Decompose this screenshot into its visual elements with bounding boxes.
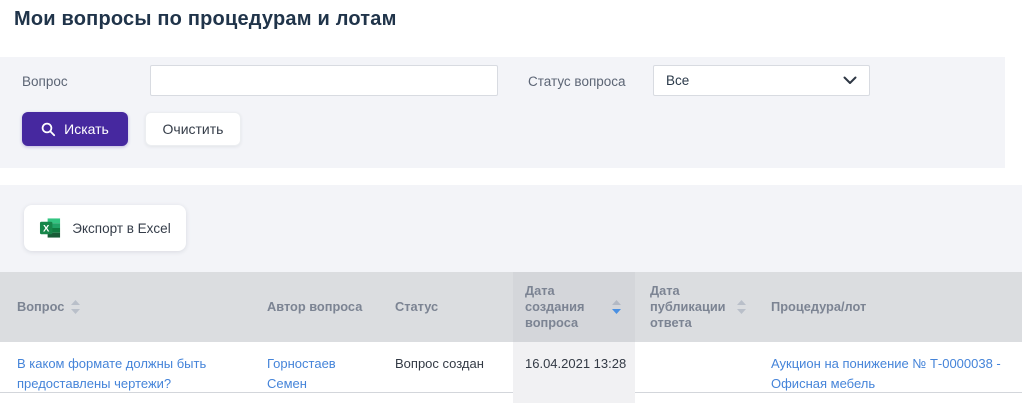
filter-panel: Вопрос Статус вопроса Все Искать Очистит… xyxy=(0,57,1005,168)
chevron-down-icon xyxy=(843,76,857,85)
column-header-procedure: Процедура/лот xyxy=(760,272,1022,342)
column-header-label: Дата создания вопроса xyxy=(525,283,605,331)
created-date-cell: 16.04.2021 13:28 xyxy=(513,342,635,394)
question-link[interactable]: В каком формате должны быть предоставлен… xyxy=(17,356,206,391)
question-filter-input[interactable] xyxy=(150,65,498,96)
column-header-label: Автор вопроса xyxy=(267,299,362,315)
column-header-answer-date[interactable]: Дата публикации ответа xyxy=(635,272,760,342)
results-panel: X Экспорт в Excel Вопрос Автор вопроса С… xyxy=(0,185,1022,403)
clear-button-label: Очистить xyxy=(163,121,224,137)
question-cell: В каком формате должны быть предоставлен… xyxy=(0,342,253,394)
questions-table: Вопрос Автор вопроса Статус Дата создани… xyxy=(0,272,1022,403)
status-filter-label: Статус вопроса xyxy=(528,74,626,89)
table-header-row: Вопрос Автор вопроса Статус Дата создани… xyxy=(0,272,1022,342)
sort-desc-active-icon xyxy=(612,300,621,314)
author-cell: Горностаев Семен xyxy=(253,342,380,394)
answer-date-cell xyxy=(635,342,760,394)
status-select-value: Все xyxy=(666,73,843,88)
export-excel-button[interactable]: X Экспорт в Excel xyxy=(24,205,186,251)
sort-icon xyxy=(737,300,746,314)
clear-button[interactable]: Очистить xyxy=(145,112,241,146)
search-icon xyxy=(41,122,56,137)
svg-text:X: X xyxy=(43,223,50,234)
column-header-question[interactable]: Вопрос xyxy=(0,272,253,342)
procedure-cell: Аукцион на понижение № Т-0000038 - Офисн… xyxy=(760,342,1022,394)
column-header-label: Процедура/лот xyxy=(771,299,866,315)
column-header-label: Дата публикации ответа xyxy=(650,283,730,331)
export-excel-label: Экспорт в Excel xyxy=(72,221,170,236)
sort-icon xyxy=(71,300,80,314)
author-link[interactable]: Горностаев Семен xyxy=(267,356,336,391)
column-header-author: Автор вопроса xyxy=(253,272,380,342)
question-filter-label: Вопрос xyxy=(22,74,68,89)
column-header-label: Статус xyxy=(395,299,438,315)
page-title: Мои вопросы по процедурам и лотам xyxy=(14,8,397,31)
column-header-label: Вопрос xyxy=(17,299,64,315)
table-row: В каком формате должны быть предоставлен… xyxy=(0,342,1022,393)
excel-icon: X xyxy=(39,217,62,239)
procedure-link[interactable]: Аукцион на понижение № Т-0000038 - Офисн… xyxy=(771,356,1001,391)
my-questions-page: { "page": { "title": "Мои вопросы по про… xyxy=(0,0,1029,403)
status-cell: Вопрос создан xyxy=(380,342,513,394)
next-row-sliver xyxy=(0,393,1022,403)
column-header-created-date[interactable]: Дата создания вопроса xyxy=(513,272,635,342)
search-button-label: Искать xyxy=(64,121,109,137)
search-button[interactable]: Искать xyxy=(22,112,128,146)
column-header-status: Статус xyxy=(380,272,513,342)
status-select[interactable]: Все xyxy=(653,65,870,96)
